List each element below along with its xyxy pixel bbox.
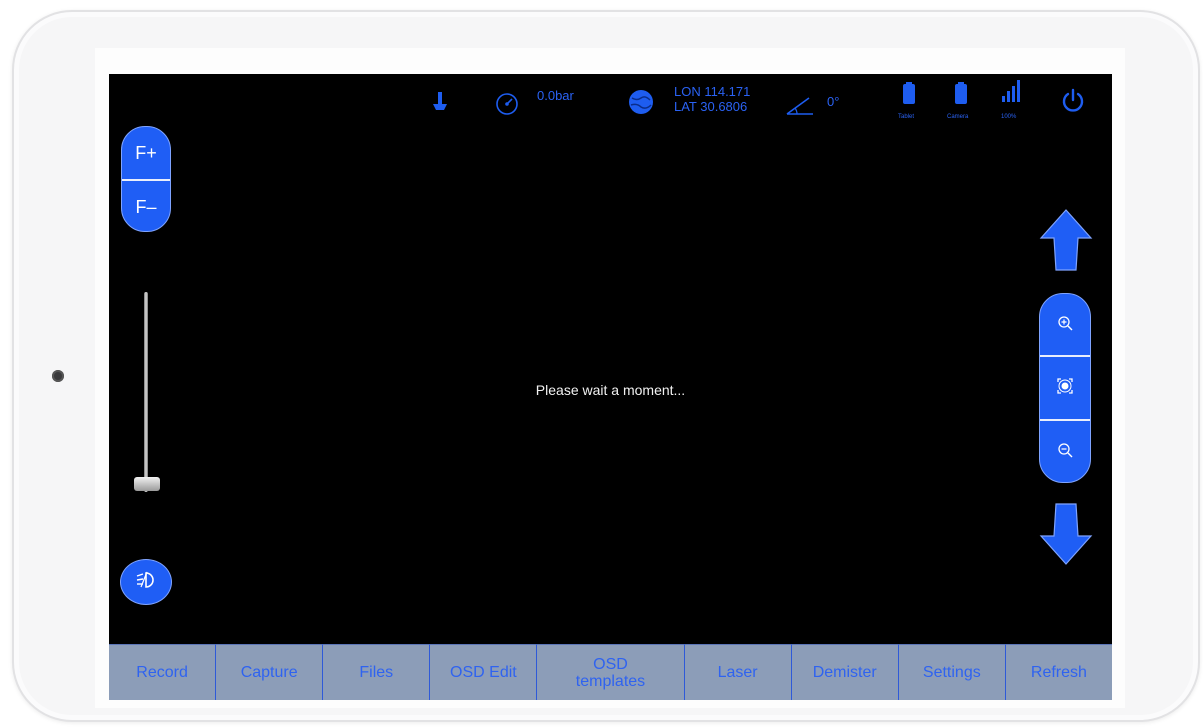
zoom-in-button[interactable] <box>1040 294 1090 356</box>
arrow-up-icon[interactable] <box>1039 208 1093 277</box>
light-button[interactable] <box>120 559 172 605</box>
longitude-value: LON 114.171 <box>674 84 751 99</box>
focus-plus-button[interactable]: F+ <box>122 127 170 179</box>
light-slider-thumb[interactable] <box>134 477 160 491</box>
signal-icon <box>1002 80 1022 107</box>
angle-value: 0° <box>827 94 840 109</box>
auto-focus-button[interactable] <box>1040 357 1090 419</box>
zoom-in-icon <box>1057 315 1073 336</box>
tab-refresh[interactable]: Refresh <box>1005 644 1112 700</box>
tab-osd-edit[interactable]: OSD Edit <box>430 644 538 700</box>
tablet-battery-icon <box>902 82 916 109</box>
zoom-out-button[interactable] <box>1040 421 1090 482</box>
latitude-value: LAT 30.6806 <box>674 99 748 114</box>
tab-laser[interactable]: Laser <box>684 644 792 700</box>
app-screen: 0.0bar LON 114.171 LAT 30.6806 0° Tablet… <box>109 74 1112 700</box>
tab-settings[interactable]: Settings <box>898 644 1006 700</box>
loading-message: Please wait a moment... <box>535 382 686 398</box>
signal-label: 100% <box>1001 114 1017 120</box>
tab-capture[interactable]: Capture <box>216 644 324 700</box>
zoom-control <box>1039 293 1091 483</box>
arrow-down-icon[interactable] <box>1039 502 1093 571</box>
auto-focus-icon <box>1056 377 1074 400</box>
pressure-value: 0.0bar <box>537 88 574 103</box>
bottom-toolbar: Record Capture Files OSD Edit OSD templa… <box>109 644 1112 700</box>
camera-label: Camera <box>947 114 969 120</box>
tab-demister[interactable]: Demister <box>791 644 899 700</box>
focus-minus-button[interactable]: F– <box>122 181 170 231</box>
light-icon <box>135 571 157 594</box>
tab-files[interactable]: Files <box>323 644 431 700</box>
tab-osd-templates[interactable]: OSD templates <box>537 644 685 700</box>
probe-icon <box>431 90 449 119</box>
tablet-label: Tablet <box>898 114 915 120</box>
pressure-gauge-icon <box>495 92 519 121</box>
power-icon[interactable] <box>1060 88 1086 119</box>
angle-icon <box>785 96 817 121</box>
tab-record[interactable]: Record <box>109 644 217 700</box>
globe-icon <box>627 88 655 121</box>
zoom-out-icon <box>1057 442 1073 463</box>
status-bar: 0.0bar LON 114.171 LAT 30.6806 0° Tablet… <box>109 74 1112 134</box>
focus-control: F+ F– <box>121 126 171 232</box>
camera-battery-icon <box>954 82 968 109</box>
front-camera <box>52 370 64 382</box>
